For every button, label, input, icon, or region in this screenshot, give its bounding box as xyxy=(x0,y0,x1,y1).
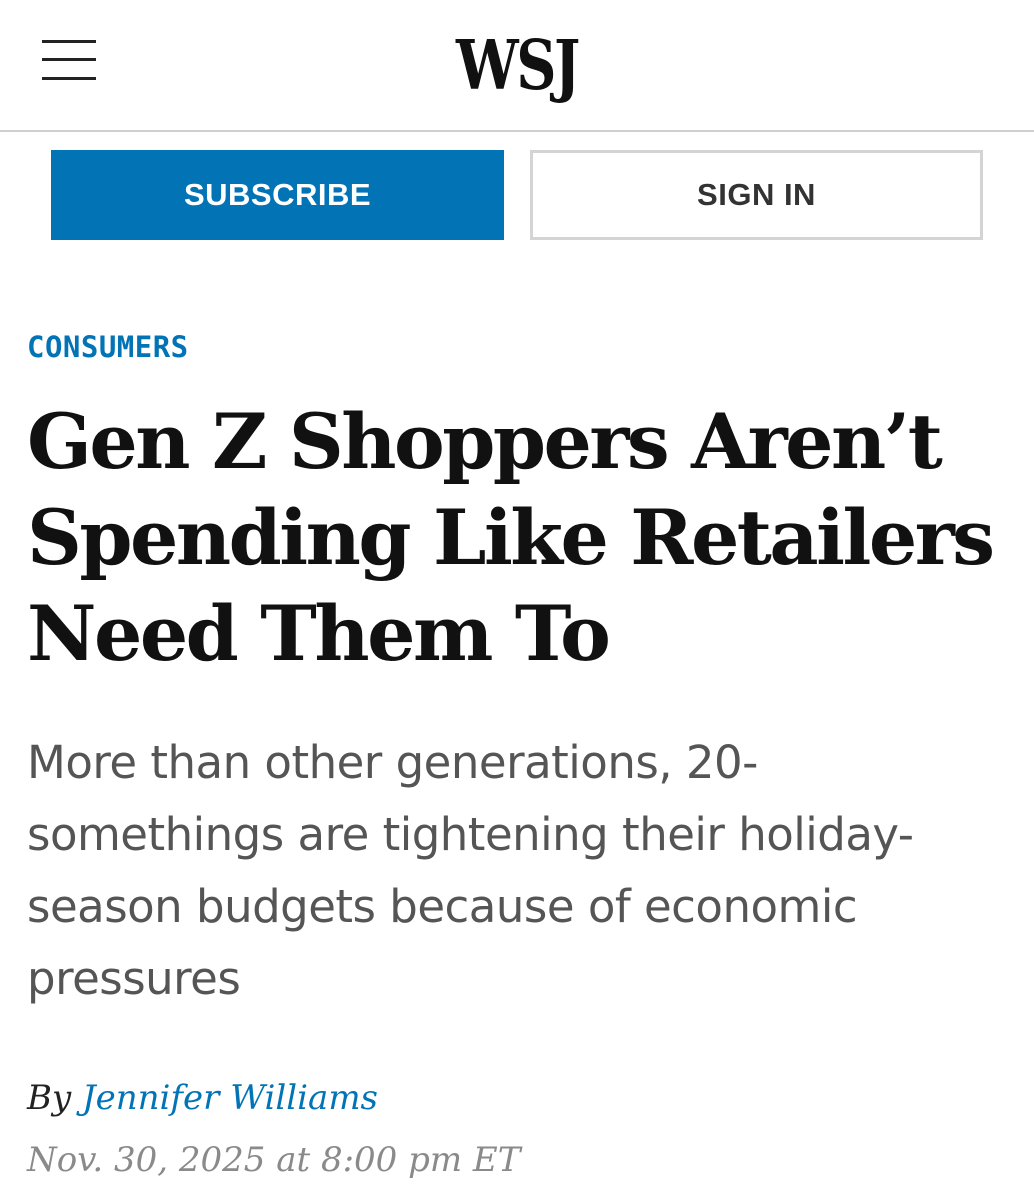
wsj-logo[interactable]: WSJ xyxy=(93,26,941,106)
hamburger-menu-icon[interactable] xyxy=(42,40,96,80)
section-link-consumers[interactable]: CONSUMERS xyxy=(27,330,189,364)
publish-date: Nov. 30, 2025 at 8:00 pm ET xyxy=(27,1140,521,1180)
byline: By Jennifer Williams xyxy=(27,1078,378,1118)
article-dek: More than other generations, 20-somethin… xyxy=(27,736,914,1005)
article-headline: Gen Z Shoppers Aren’t Spending Like Reta… xyxy=(27,397,995,678)
byline-prefix: By xyxy=(27,1078,72,1118)
author-link[interactable]: Jennifer Williams xyxy=(82,1078,378,1118)
subscribe-button[interactable]: SUBSCRIBE xyxy=(51,150,504,240)
sign-in-button[interactable]: SIGN IN xyxy=(530,150,983,240)
top-header: WSJ xyxy=(0,0,1034,132)
